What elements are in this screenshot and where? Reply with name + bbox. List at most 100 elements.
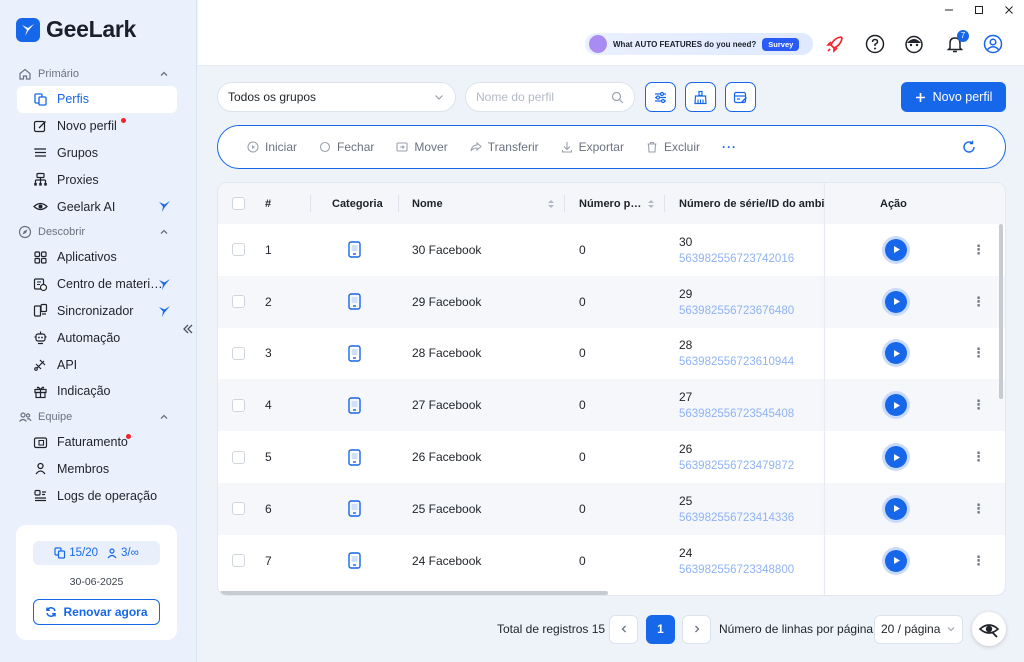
sort-icon[interactable] (547, 199, 555, 209)
table-row[interactable]: 2 29 Facebook 0 29 563982556723676480 ⋮ (218, 275, 1005, 328)
section-descobrir[interactable]: Descobrir (0, 220, 197, 244)
select-all-checkbox[interactable] (232, 197, 245, 210)
start-profile-button[interactable] (885, 446, 907, 469)
transfer-action[interactable]: Transferir (470, 140, 539, 154)
row-checkbox[interactable] (232, 398, 245, 412)
start-action[interactable]: Iniciar (247, 140, 297, 154)
row-more-menu[interactable]: ⋮ (972, 535, 985, 587)
row-more-menu[interactable]: ⋮ (972, 224, 985, 276)
environment-id[interactable]: 563982556723676480 (679, 305, 794, 317)
profile-name[interactable]: 25 Facebook (412, 483, 481, 535)
delete-action[interactable]: Excluir (646, 140, 700, 154)
refresh-icon[interactable] (962, 140, 976, 154)
new-profile-button[interactable]: Novo perfil (901, 82, 1006, 112)
profile-name[interactable]: 26 Facebook (412, 431, 481, 483)
sidebar-item-automacao[interactable]: Automação (17, 324, 177, 351)
sidebar-item-novo-perfil[interactable]: Novo perfil (17, 113, 177, 140)
survey-banner[interactable]: What AUTO FEATURES do you need? Survey (585, 33, 813, 55)
close-window-button[interactable] (994, 0, 1024, 20)
section-primario[interactable]: Primário (0, 62, 197, 86)
sidebar-item-membros[interactable]: Membros (17, 456, 177, 483)
app-logo[interactable]: GeeLark (16, 16, 136, 43)
rocket-icon[interactable] (825, 34, 845, 54)
environment-id[interactable]: 563982556723348800 (679, 564, 794, 576)
sidebar-item-api[interactable]: API (17, 351, 177, 378)
prev-page-button[interactable] (609, 614, 638, 644)
row-more-menu[interactable]: ⋮ (972, 276, 985, 328)
sidebar-item-indicacao[interactable]: Indicação (17, 378, 177, 405)
profile-name[interactable]: 29 Facebook (412, 276, 481, 328)
sidebar-item-centro-de-materiais[interactable]: Centro de materi… (17, 271, 177, 298)
row-checkbox[interactable] (232, 295, 245, 309)
next-page-button[interactable] (682, 614, 711, 644)
start-profile-button[interactable] (885, 497, 907, 520)
header-name-label: Nome (412, 197, 443, 210)
row-more-menu[interactable]: ⋮ (972, 328, 985, 380)
account-icon[interactable] (983, 34, 1003, 54)
start-profile-button[interactable] (885, 290, 907, 313)
environment-id[interactable]: 563982556723610944 (679, 356, 794, 368)
sidebar-item-logs-de-operacao[interactable]: Logs de operação (17, 482, 177, 509)
group-select[interactable]: Todos os grupos (217, 82, 456, 112)
sort-icon[interactable] (647, 199, 655, 209)
table-row[interactable]: 4 27 Facebook 0 27 563982556723545408 ⋮ (218, 379, 1005, 432)
environment-id[interactable]: 563982556723545408 (679, 408, 794, 420)
row-checkbox[interactable] (232, 346, 245, 360)
start-profile-button[interactable] (885, 238, 907, 261)
cleanup-button[interactable] (685, 82, 716, 112)
filter-settings-button[interactable] (645, 82, 676, 112)
scrollbar-thumb[interactable] (999, 224, 1003, 399)
start-profile-button[interactable] (885, 549, 907, 572)
environment-id[interactable]: 563982556723479872 (679, 460, 794, 472)
table-row[interactable]: 6 25 Facebook 0 25 563982556723414336 ⋮ (218, 483, 1005, 535)
vertical-scrollbar[interactable] (998, 224, 1004, 584)
row-checkbox[interactable] (232, 502, 245, 516)
sidebar-item-proxies[interactable]: Proxies (17, 166, 177, 193)
profile-search[interactable] (465, 82, 635, 112)
help-icon[interactable] (865, 34, 885, 54)
profile-name[interactable]: 24 Facebook (412, 535, 481, 587)
support-icon[interactable] (904, 34, 924, 54)
minimize-button[interactable] (934, 0, 964, 20)
horizontal-scrollbar[interactable] (218, 589, 1005, 595)
environment-id[interactable]: 563982556723414336 (679, 512, 794, 524)
section-equipe[interactable]: Equipe (0, 405, 197, 429)
sidebar-item-grupos[interactable]: Grupos (17, 140, 177, 167)
environment-id[interactable]: 563982556723742016 (679, 253, 794, 265)
geelark-ai-float-button[interactable] (972, 612, 1006, 646)
profile-name[interactable]: 28 Facebook (412, 328, 481, 380)
sidebar-item-perfis[interactable]: Perfis (17, 86, 177, 113)
profile-name[interactable]: 27 Facebook (412, 379, 481, 431)
table-row[interactable]: 1 30 Facebook 0 30 563982556723742016 ⋮ (218, 224, 1005, 276)
renew-now-button[interactable]: Renovar agora (33, 599, 160, 625)
profile-name[interactable]: 30 Facebook (412, 224, 481, 276)
sidebar-item-geelark-ai[interactable]: Geelark AI (17, 193, 177, 220)
maximize-button[interactable] (964, 0, 994, 20)
sidebar-item-sincronizador[interactable]: Sincronizador (17, 298, 177, 325)
table-row[interactable]: 3 28 Facebook 0 28 563982556723610944 ⋮ (218, 328, 1005, 380)
more-actions-button[interactable]: ··· (722, 140, 737, 154)
row-more-menu[interactable]: ⋮ (972, 483, 985, 535)
batch-edit-button[interactable] (725, 82, 756, 112)
page-size-select[interactable]: 20 / página (874, 614, 963, 644)
start-profile-button[interactable] (885, 342, 907, 365)
sidebar-item-aplicativos[interactable]: Aplicativos (17, 244, 177, 271)
row-checkbox[interactable] (232, 450, 245, 464)
close-action[interactable]: Fechar (319, 140, 374, 154)
profile-search-input[interactable] (476, 90, 611, 104)
table-row[interactable]: 7 24 Facebook 0 24 563982556723348800 ⋮ (218, 535, 1005, 587)
row-more-menu[interactable]: ⋮ (972, 379, 985, 431)
sidebar-item-faturamento[interactable]: Faturamento (17, 429, 177, 456)
header-number[interactable]: Número p… (579, 183, 655, 224)
current-page-button[interactable]: 1 (646, 614, 675, 644)
collapse-sidebar-icon[interactable] (181, 322, 195, 336)
row-checkbox[interactable] (232, 243, 245, 257)
header-name[interactable]: Nome (412, 183, 555, 224)
export-action[interactable]: Exportar (561, 140, 624, 154)
table-row[interactable]: 5 26 Facebook 0 26 563982556723479872 ⋮ (218, 431, 1005, 483)
move-action[interactable]: Mover (396, 140, 448, 154)
row-more-menu[interactable]: ⋮ (972, 431, 985, 483)
scrollbar-thumb[interactable] (220, 591, 608, 595)
start-profile-button[interactable] (885, 394, 907, 417)
row-checkbox[interactable] (232, 554, 245, 568)
